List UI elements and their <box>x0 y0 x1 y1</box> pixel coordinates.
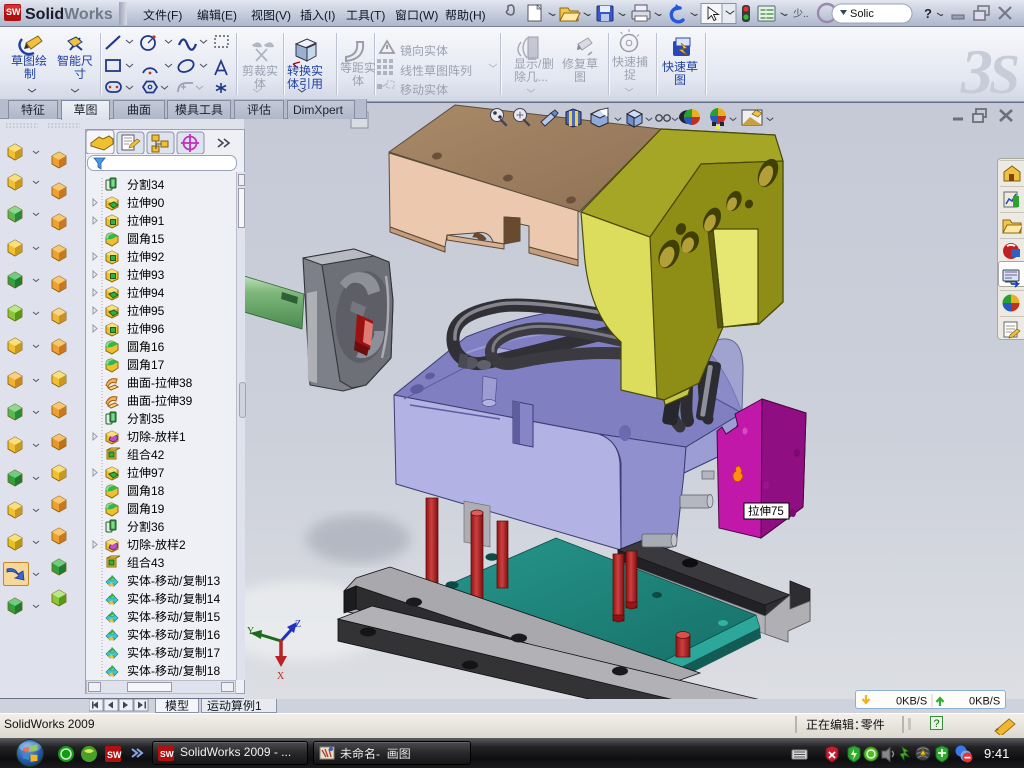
svg-text:96: 96 <box>151 322 165 336</box>
svg-text:/: / <box>179 664 183 678</box>
svg-text:75: 75 <box>771 506 784 518</box>
svg-text:18: 18 <box>151 484 165 498</box>
svg-text:-: - <box>151 538 155 552</box>
svg-text:(H): (H) <box>469 9 486 23</box>
svg-text:97: 97 <box>151 466 165 480</box>
svg-text:/: / <box>179 574 183 588</box>
svg-text:17: 17 <box>207 646 221 660</box>
svg-text:91: 91 <box>151 214 165 228</box>
svg-text:-: - <box>151 592 155 606</box>
svg-text:43: 43 <box>151 556 165 570</box>
svg-text:DimXpert: DimXpert <box>293 103 344 117</box>
svg-text:(E): (E) <box>221 9 237 23</box>
svg-text:15: 15 <box>151 232 165 246</box>
svg-text:(F): (F) <box>167 9 182 23</box>
svg-text:/: / <box>179 610 183 624</box>
svg-text:...: ... <box>538 70 548 84</box>
svg-text:-: - <box>151 664 155 678</box>
svg-text:93: 93 <box>151 268 165 282</box>
svg-text:-: - <box>376 747 380 761</box>
svg-text:16: 16 <box>151 340 165 354</box>
svg-text:-: - <box>151 628 155 642</box>
svg-text:-: - <box>151 376 155 390</box>
svg-text:36: 36 <box>151 520 165 534</box>
svg-text:-: - <box>151 430 155 444</box>
svg-text:34: 34 <box>151 178 165 192</box>
svg-text:38: 38 <box>179 376 193 390</box>
svg-text:(T): (T) <box>370 9 385 23</box>
svg-text:(V): (V) <box>275 9 291 23</box>
svg-text:2: 2 <box>179 538 186 552</box>
svg-text:92: 92 <box>151 250 165 264</box>
svg-text:-: - <box>151 394 155 408</box>
svg-text:(W): (W) <box>419 9 438 23</box>
svg-text:14: 14 <box>207 592 221 606</box>
svg-text:(I): (I) <box>324 9 335 23</box>
svg-text:/: / <box>179 592 183 606</box>
svg-text:/: / <box>538 57 542 71</box>
svg-text:/: / <box>179 628 183 642</box>
svg-text:95: 95 <box>151 304 165 318</box>
svg-text:15: 15 <box>207 610 221 624</box>
svg-text:-: - <box>151 574 155 588</box>
svg-text:-: - <box>151 610 155 624</box>
svg-text:18: 18 <box>207 664 221 678</box>
svg-text:94: 94 <box>151 286 165 300</box>
svg-text:42: 42 <box>151 448 165 462</box>
svg-text:1: 1 <box>179 430 186 444</box>
svg-text:/: / <box>179 646 183 660</box>
svg-text:17: 17 <box>151 358 165 372</box>
svg-text:90: 90 <box>151 196 165 210</box>
svg-text:39: 39 <box>179 394 193 408</box>
svg-text:19: 19 <box>151 502 165 516</box>
svg-text:16: 16 <box>207 628 221 642</box>
svg-text:35: 35 <box>151 412 165 426</box>
svg-text:1: 1 <box>255 699 262 713</box>
svg-text:-: - <box>151 646 155 660</box>
svg-text:13: 13 <box>207 574 221 588</box>
